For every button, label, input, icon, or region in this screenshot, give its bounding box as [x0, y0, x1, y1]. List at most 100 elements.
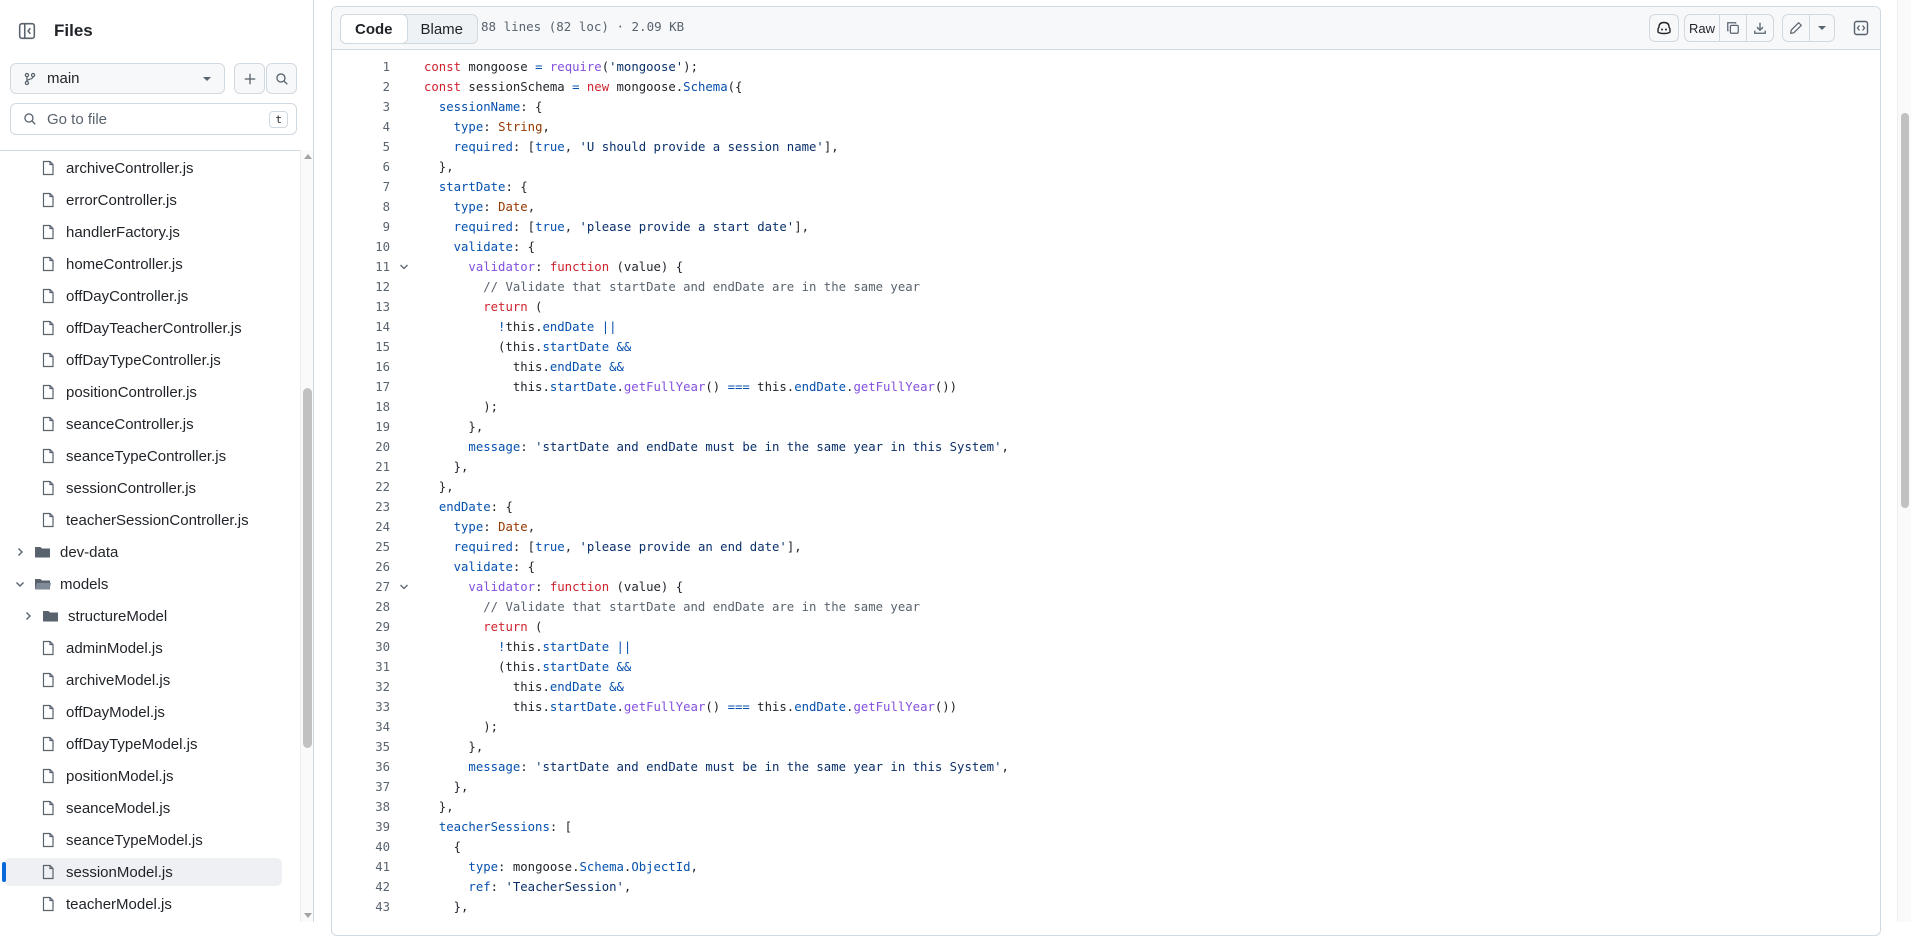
line-number[interactable]: 41	[332, 857, 390, 877]
line-number[interactable]: 38	[332, 797, 390, 817]
go-to-file-field[interactable]: t	[10, 103, 297, 135]
line-number[interactable]: 9	[332, 217, 390, 237]
line-number[interactable]: 13	[332, 297, 390, 317]
tree-file-item[interactable]: adminModel.js	[4, 634, 282, 662]
symbols-panel-button[interactable]	[1847, 14, 1875, 42]
line-number[interactable]: 1	[332, 57, 390, 77]
line-number[interactable]: 6	[332, 157, 390, 177]
line-number[interactable]: 32	[332, 677, 390, 697]
fold-chevron-icon[interactable]	[399, 263, 409, 271]
line-number[interactable]: 34	[332, 717, 390, 737]
collapse-sidebar-button[interactable]	[12, 16, 42, 46]
line-number[interactable]: 4	[332, 117, 390, 137]
tree-file-item[interactable]: sessionModel.js	[2, 858, 282, 886]
edit-file-button[interactable]	[1782, 14, 1810, 42]
download-button[interactable]	[1746, 14, 1774, 42]
tree-file-item[interactable]: offDayTeacherController.js	[4, 314, 282, 342]
raw-button[interactable]: Raw	[1684, 14, 1720, 42]
line-number[interactable]: 33	[332, 697, 390, 717]
line-number[interactable]: 26	[332, 557, 390, 577]
sidebar-scroll-thumb[interactable]	[303, 388, 312, 748]
chevron-down-icon[interactable]	[14, 578, 26, 590]
line-number[interactable]: 7	[332, 177, 390, 197]
copy-raw-button[interactable]	[1719, 14, 1747, 42]
line-number[interactable]: 18	[332, 397, 390, 417]
tab-code[interactable]: Code	[340, 14, 408, 44]
scroll-down-arrow-icon[interactable]	[304, 913, 312, 918]
line-number[interactable]: 16	[332, 357, 390, 377]
page-scrollbar[interactable]	[1897, 0, 1911, 922]
tree-file-item[interactable]: seanceTypeModel.js	[4, 826, 282, 854]
tree-file-item[interactable]: errorController.js	[4, 186, 282, 214]
line-number[interactable]: 28	[332, 597, 390, 617]
tree-file-item[interactable]: seanceController.js	[4, 410, 282, 438]
sidebar-divider[interactable]	[313, 0, 314, 922]
line-number[interactable]: 8	[332, 197, 390, 217]
tree-folder-item[interactable]: dev-data	[4, 538, 282, 566]
copilot-button[interactable]	[1649, 14, 1679, 42]
line-number[interactable]: 40	[332, 837, 390, 857]
tree-file-item[interactable]: seanceModel.js	[4, 794, 282, 822]
line-number[interactable]: 23	[332, 497, 390, 517]
line-number[interactable]: 36	[332, 757, 390, 777]
line-number[interactable]: 3	[332, 97, 390, 117]
tree-file-item[interactable]: offDayTypeController.js	[4, 346, 282, 374]
tree-file-item[interactable]: offDayController.js	[4, 282, 282, 310]
line-number[interactable]: 17	[332, 377, 390, 397]
line-number[interactable]: 20	[332, 437, 390, 457]
scroll-up-arrow-icon[interactable]	[304, 154, 312, 159]
line-number[interactable]: 30	[332, 637, 390, 657]
tree-file-item[interactable]: handlerFactory.js	[4, 218, 282, 246]
add-file-button[interactable]	[234, 63, 265, 94]
code-line: 20 message: 'startDate and endDate must …	[332, 437, 1880, 457]
fold-chevron-icon[interactable]	[399, 583, 409, 591]
tree-file-item[interactable]: teacherModel.js	[4, 890, 282, 918]
line-number[interactable]: 2	[332, 77, 390, 97]
line-number[interactable]: 25	[332, 537, 390, 557]
line-number[interactable]: 5	[332, 137, 390, 157]
go-to-file-input[interactable]	[45, 109, 259, 129]
line-number[interactable]: 42	[332, 877, 390, 897]
branch-selector[interactable]: main	[10, 63, 225, 94]
edit-options-button[interactable]	[1809, 14, 1835, 42]
line-number[interactable]: 24	[332, 517, 390, 537]
line-number[interactable]: 19	[332, 417, 390, 437]
tree-folder-item[interactable]: models	[4, 570, 282, 598]
line-number[interactable]: 12	[332, 277, 390, 297]
tree-file-item[interactable]: archiveModel.js	[4, 666, 282, 694]
line-number[interactable]: 14	[332, 317, 390, 337]
line-number[interactable]: 31	[332, 657, 390, 677]
line-number[interactable]: 10	[332, 237, 390, 257]
page-scroll-thumb[interactable]	[1901, 113, 1909, 508]
tab-blame[interactable]: Blame	[407, 15, 478, 43]
tree-file-item[interactable]: positionModel.js	[4, 762, 282, 790]
line-number[interactable]: 15	[332, 337, 390, 357]
tree-file-item[interactable]: positionController.js	[4, 378, 282, 406]
tree-file-item[interactable]: sessionController.js	[4, 474, 282, 502]
line-number[interactable]: 39	[332, 817, 390, 837]
line-number[interactable]: 22	[332, 477, 390, 497]
line-number[interactable]: 11	[332, 257, 390, 277]
line-number[interactable]: 29	[332, 617, 390, 637]
tree-file-item[interactable]: archiveController.js	[4, 154, 282, 182]
tree-folder-item[interactable]: structureModel	[4, 602, 282, 630]
tree-file-item[interactable]: offDayModel.js	[4, 698, 282, 726]
code-square-icon	[1853, 20, 1869, 36]
tree-file-item[interactable]: homeController.js	[4, 250, 282, 278]
tree-file-item[interactable]: seanceTypeController.js	[4, 442, 282, 470]
tree-file-item[interactable]: teacherSessionController.js	[4, 506, 282, 534]
line-number[interactable]: 35	[332, 737, 390, 757]
line-number[interactable]: 27	[332, 577, 390, 597]
chevron-right-icon[interactable]	[14, 546, 26, 558]
line-number[interactable]: 43	[332, 897, 390, 917]
search-code-button[interactable]	[266, 63, 297, 94]
line-number[interactable]: 21	[332, 457, 390, 477]
chevron-right-icon[interactable]	[22, 610, 34, 622]
line-number[interactable]: 37	[332, 777, 390, 797]
tree-file-item[interactable]: offDayTypeModel.js	[4, 730, 282, 758]
code-line: 18 );	[332, 397, 1880, 417]
sidebar-scrollbar[interactable]	[300, 150, 314, 922]
code-line: 23 endDate: {	[332, 497, 1880, 517]
